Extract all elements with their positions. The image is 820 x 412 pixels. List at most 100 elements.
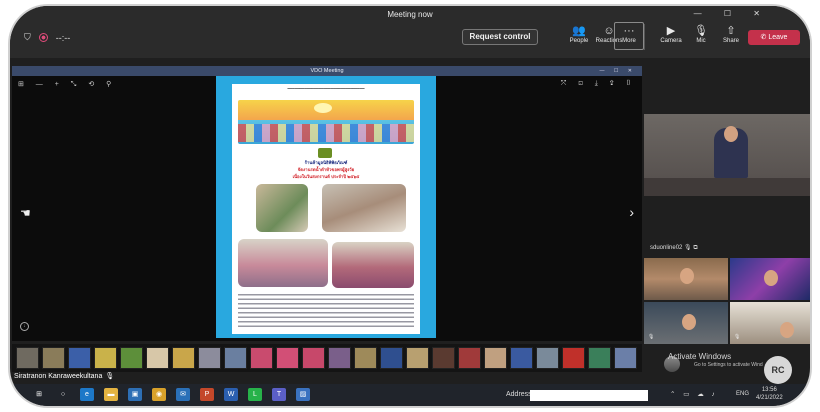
chrome-icon[interactable]: ◉ <box>152 388 166 401</box>
mic-muted-icon: 🎙 <box>734 334 741 340</box>
filmstrip-thumbnail[interactable] <box>302 347 325 369</box>
poster-photo <box>322 184 406 232</box>
filmstrip-thumbnail[interactable] <box>354 347 377 369</box>
teams-icon[interactable]: T <box>272 388 286 401</box>
filmstrip-thumbnail[interactable] <box>276 347 299 369</box>
people-button[interactable]: 👥 People <box>564 24 594 44</box>
info-icon[interactable]: ↓ <box>20 322 29 331</box>
system-tray[interactable]: ⌃ ▭ ☁ ♪ <box>670 390 718 398</box>
windows-start-icon[interactable]: ⊞ <box>32 388 46 401</box>
mic-muted-icon: 🎙 <box>648 334 655 340</box>
window-controls[interactable]: — ☐ ✕ <box>694 9 770 18</box>
screen-frame: Meeting now — ☐ ✕ ⛉ --:-- Request contro… <box>10 6 810 406</box>
participant-video[interactable]: 🎙 <box>730 302 810 344</box>
share-icon: ⇧ <box>726 25 736 37</box>
people-icon: 👥 <box>572 25 586 37</box>
meeting-timer: --:-- <box>55 32 71 43</box>
request-control-button[interactable]: Request control <box>462 29 538 45</box>
poster-photo <box>332 242 414 288</box>
poster-image: ━━━━━━━━━━━━━━━━━━━━━━━━━━━━━━━━ ร้านค้า… <box>232 84 420 334</box>
poster-photo <box>238 239 328 287</box>
filmstrip-thumbnail[interactable] <box>432 347 455 369</box>
filmstrip-thumbnail[interactable] <box>406 347 429 369</box>
filmstrip-thumbnail[interactable] <box>380 347 403 369</box>
next-image-button[interactable]: › <box>629 204 634 220</box>
filmstrip-thumbnail[interactable] <box>16 347 39 369</box>
clock-time: 13:56 <box>761 387 777 393</box>
presenter-name: Siratranon Kanraweekultana <box>14 373 103 380</box>
mail-icon[interactable]: ✉ <box>176 388 190 401</box>
mic-label: Mic <box>696 38 706 44</box>
leave-label: Leave <box>768 34 788 41</box>
main-video-label: sduonline02 🎙 ⧉ <box>650 245 698 251</box>
activate-windows-watermark: Activate Windows <box>668 352 732 361</box>
filmstrip-thumbnail[interactable] <box>146 347 169 369</box>
filmstrip-thumbnail[interactable] <box>94 347 117 369</box>
mic-icon: 🎙 <box>694 25 708 37</box>
participant-video[interactable] <box>644 258 728 300</box>
filmstrip-thumbnail[interactable] <box>250 347 273 369</box>
address-input[interactable] <box>530 390 648 401</box>
participant-video[interactable]: 🎙 <box>644 302 728 344</box>
share-button[interactable]: ⇧ Share <box>716 24 746 44</box>
filmstrip-thumbnail[interactable] <box>588 347 611 369</box>
taskbar-apps: ⊞ ○ e ▬ ▣ ◉ ✉ P W L T ▨ <box>32 388 310 401</box>
filmstrip-thumbnail[interactable] <box>198 347 221 369</box>
participant-face <box>680 268 694 284</box>
line-icon[interactable]: L <box>248 388 262 401</box>
toolbar-divider <box>644 24 645 50</box>
filmstrip-thumbnail[interactable] <box>68 347 91 369</box>
poster-banner <box>238 100 414 144</box>
store-icon[interactable]: ▣ <box>128 388 142 401</box>
desk <box>644 178 810 196</box>
viewer-tools-left[interactable]: ⊞ — + ⤡ ⟲ ⚲ <box>18 80 116 89</box>
presenter-name-tag: Siratranon Kanraweekultana 🎙 <box>14 372 114 380</box>
viewer-tools-right[interactable]: ⤧ ⊡ ⤓ ⇪ ▯ <box>561 80 636 88</box>
poster-title-3: เนื่องในวันสงกรานต์ ประจำปี ๒๕๖๕ <box>292 174 360 179</box>
file-explorer-icon[interactable]: ▬ <box>104 388 118 401</box>
taskbar-clock[interactable]: 13:56 4/21/2022 <box>756 386 783 402</box>
more-icon: ··· <box>623 25 635 37</box>
language-indicator[interactable]: ENG <box>736 391 749 397</box>
powerpoint-icon[interactable]: P <box>200 388 214 401</box>
recording-icon <box>38 33 48 42</box>
participant-face <box>724 126 738 142</box>
window-title: Meeting now <box>387 10 433 19</box>
main-participant-video[interactable] <box>644 114 810 196</box>
filmstrip-thumbnail[interactable] <box>536 347 559 369</box>
shared-window-titlebar: VDO Meeting — ☐ ✕ <box>12 66 642 76</box>
poster-photo <box>256 184 308 232</box>
filmstrip-thumbnail[interactable] <box>484 347 507 369</box>
sun-graphic <box>314 103 332 113</box>
leave-button[interactable]: ✆ Leave <box>748 30 800 45</box>
word-icon[interactable]: W <box>224 388 238 401</box>
filmstrip-thumbnail[interactable] <box>224 347 247 369</box>
meeting-toolbar: Meeting now — ☐ ✕ ⛉ --:-- Request contro… <box>10 6 810 58</box>
photos-icon[interactable]: ▨ <box>296 388 310 401</box>
thumbnail-filmstrip <box>12 344 642 372</box>
shared-screen[interactable]: VDO Meeting — ☐ ✕ ⊞ — + ⤡ ⟲ ⚲ ⤧ ⊡ ⤓ ⇪ ▯ … <box>12 66 642 341</box>
people-label: People <box>569 38 589 44</box>
filmstrip-thumbnail[interactable] <box>614 347 637 369</box>
participant-video[interactable] <box>730 258 810 300</box>
more-button[interactable]: ··· More <box>614 22 644 50</box>
filmstrip-thumbnail[interactable] <box>42 347 65 369</box>
camera-button[interactable]: ▶ Camera <box>656 24 686 44</box>
poster-header-text: ━━━━━━━━━━━━━━━━━━━━━━━━━━━━━━━━ <box>287 86 365 91</box>
filmstrip-thumbnail[interactable] <box>120 347 143 369</box>
activate-windows-subtext: Go to Settings to activate Wind <box>694 362 763 368</box>
filmstrip-thumbnail[interactable] <box>458 347 481 369</box>
filmstrip-thumbnail[interactable] <box>562 347 585 369</box>
address-label: Address <box>506 391 532 398</box>
filmstrip-thumbnail[interactable] <box>328 347 351 369</box>
shared-window-title: VDO Meeting <box>310 68 344 74</box>
poster-title-2: จัดงานรดน้ำดำหัวขอพรผู้สูงวัย <box>297 167 355 172</box>
mic-muted-icon: 🎙 <box>105 373 115 380</box>
filmstrip-thumbnail[interactable] <box>510 347 533 369</box>
mic-button[interactable]: 🎙 Mic <box>686 24 716 44</box>
filmstrip-thumbnail[interactable] <box>172 347 195 369</box>
search-icon[interactable]: ○ <box>56 388 70 401</box>
edge-icon[interactable]: e <box>80 388 94 401</box>
avatar[interactable]: RC <box>764 356 792 384</box>
poster-logo <box>318 148 332 158</box>
